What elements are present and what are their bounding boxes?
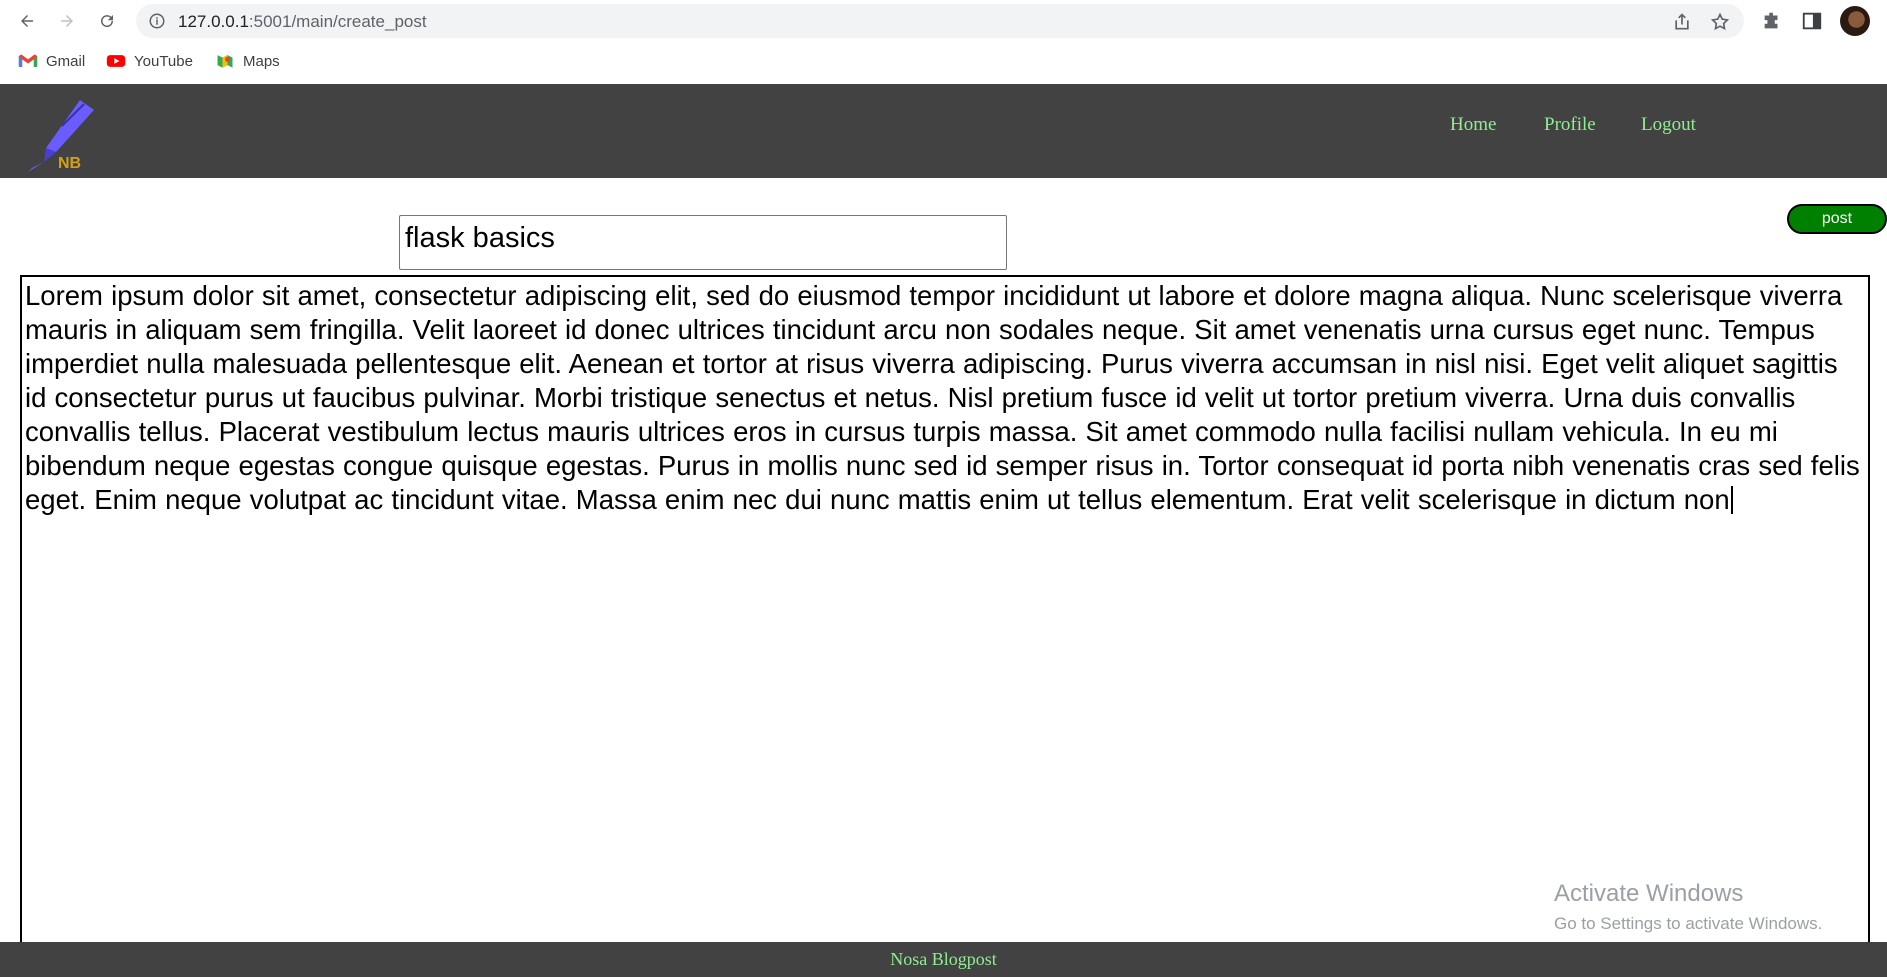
nav-home-link[interactable]: Home bbox=[1450, 114, 1496, 136]
forward-button[interactable] bbox=[56, 10, 78, 32]
bookmark-youtube[interactable]: YouTube bbox=[106, 50, 193, 72]
reload-icon bbox=[101, 15, 114, 28]
post-body-textarea[interactable]: Lorem ipsum dolor sit amet, consectetur … bbox=[20, 275, 1870, 955]
arrow-left-icon bbox=[21, 15, 33, 27]
star-icon[interactable] bbox=[1710, 12, 1730, 32]
info-icon[interactable] bbox=[148, 12, 166, 30]
nav-profile-link[interactable]: Profile bbox=[1544, 114, 1596, 136]
bookmark-gmail[interactable]: Gmail bbox=[18, 50, 85, 72]
footer-text: Nosa Blogpost bbox=[890, 949, 997, 969]
reload-button[interactable] bbox=[96, 10, 118, 32]
side-panel-icon[interactable] bbox=[1801, 10, 1823, 32]
pen-logo-icon[interactable]: NB bbox=[22, 92, 102, 172]
maps-icon bbox=[217, 55, 233, 68]
bookmark-label: Gmail bbox=[46, 52, 86, 70]
post-body-text: Lorem ipsum dolor sit amet, consectetur … bbox=[25, 280, 1860, 515]
app-footer: Nosa Blogpost bbox=[0, 942, 1887, 977]
bookmarks-bar: Gmail YouTube Maps bbox=[0, 42, 1887, 84]
windows-activation-subtitle: Go to Settings to activate Windows. bbox=[1554, 914, 1823, 933]
windows-activation-title: Activate Windows bbox=[1554, 880, 1744, 907]
logo-text: NB bbox=[58, 155, 81, 172]
address-bar[interactable]: 127.0.0.1:5001/main/create_post bbox=[136, 4, 1744, 38]
post-button[interactable]: post bbox=[1787, 204, 1887, 234]
bookmark-maps[interactable]: Maps bbox=[215, 50, 280, 72]
bookmark-label: YouTube bbox=[134, 52, 193, 70]
app-header: NB Home Profile Logout bbox=[0, 84, 1887, 178]
youtube-icon bbox=[106, 55, 126, 67]
gmail-icon bbox=[18, 54, 38, 67]
browser-toolbar: 127.0.0.1:5001/main/create_post bbox=[0, 0, 1887, 42]
back-button[interactable] bbox=[16, 10, 38, 32]
post-title-input[interactable]: flask basics bbox=[399, 215, 1007, 270]
url-text: 127.0.0.1:5001/main/create_post bbox=[178, 12, 427, 31]
text-caret bbox=[1730, 486, 1733, 514]
arrow-right-icon bbox=[61, 15, 73, 27]
profile-avatar[interactable] bbox=[1840, 6, 1870, 36]
nav-logout-link[interactable]: Logout bbox=[1641, 114, 1696, 136]
extensions-icon[interactable] bbox=[1761, 10, 1783, 32]
share-icon[interactable] bbox=[1672, 12, 1692, 32]
bookmark-label: Maps bbox=[243, 52, 280, 70]
